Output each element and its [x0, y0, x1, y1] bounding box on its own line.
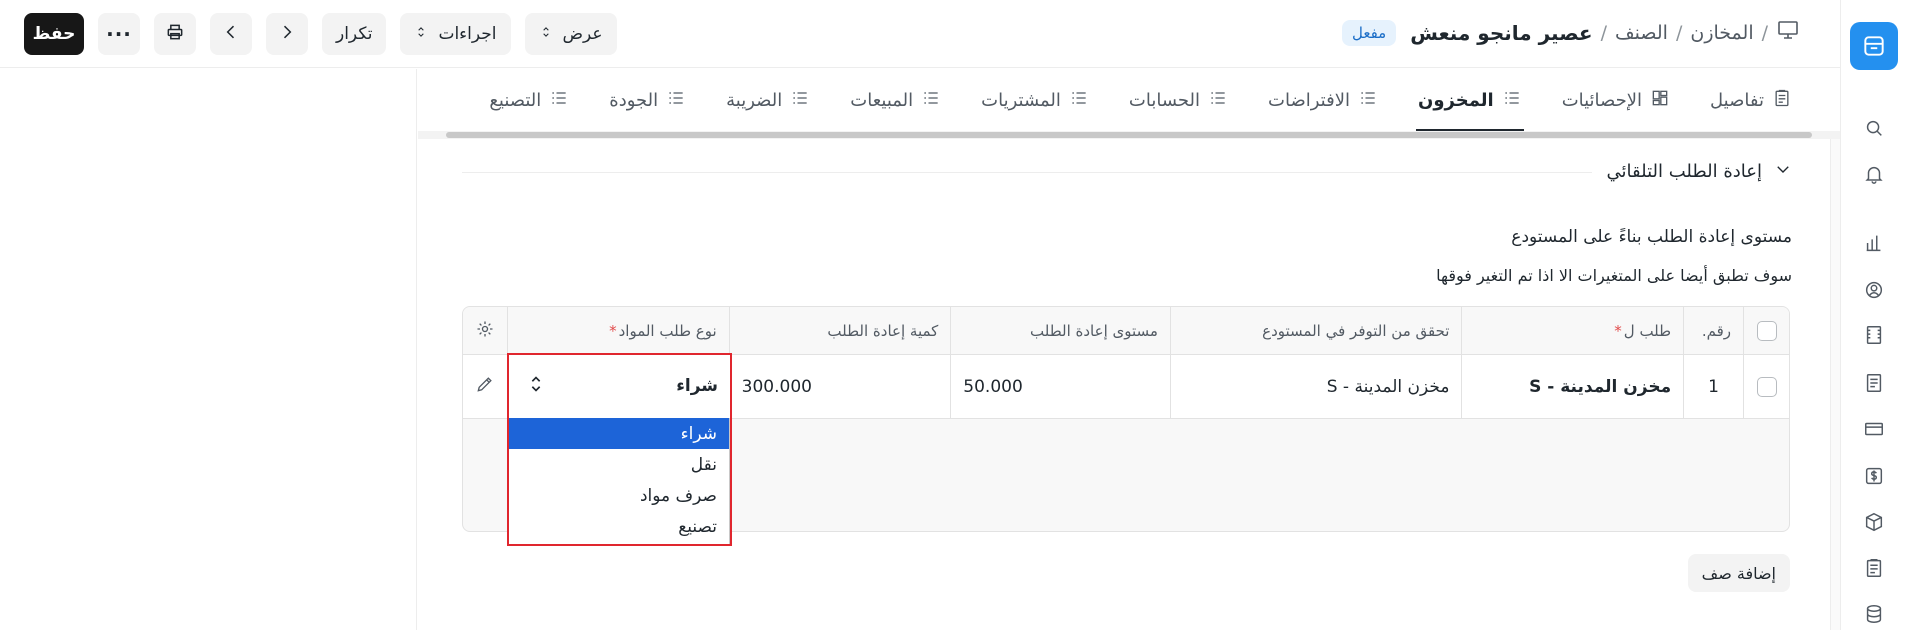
film-icon[interactable] [1862, 323, 1886, 347]
gear-icon [475, 319, 495, 343]
breadcrumb-item[interactable]: الصنف [1615, 22, 1668, 44]
details-icon [1772, 88, 1792, 113]
list-icon [1208, 88, 1228, 113]
save-button[interactable]: حفظ [24, 13, 84, 55]
box-icon[interactable] [1862, 510, 1886, 534]
select-all-checkbox[interactable] [1756, 320, 1777, 341]
tab-bar: تفاصيل الإحصائيات المخزون الافتراضات الح… [418, 69, 1840, 131]
actions-dropdown[interactable]: اجراءات [400, 13, 511, 55]
row-qty[interactable]: 300.000 [728, 355, 951, 418]
section-divider [462, 172, 1592, 173]
duplicate-button[interactable]: تكرار [322, 13, 387, 55]
status-badge: مفعل [1342, 19, 1397, 46]
page-scrollbar[interactable] [1830, 139, 1840, 630]
dollar-icon[interactable] [1862, 464, 1886, 488]
printer-icon [165, 22, 185, 47]
header-check-in: تحقق من التوفر في المستودع [1169, 307, 1462, 354]
list-icon [790, 88, 810, 113]
desktop-icon[interactable] [1776, 18, 1800, 47]
header-level: مستوى إعادة الطلب [950, 307, 1170, 354]
dashboard-icon [1650, 88, 1670, 113]
updown-icon [528, 373, 544, 399]
print-button[interactable] [154, 13, 196, 55]
actions-label: اجراءات [438, 24, 497, 44]
app-sidebar [1840, 0, 1910, 630]
list-icon [549, 88, 569, 113]
option-material-issue[interactable]: صرف مواد [508, 480, 729, 511]
header-no: رقم. [1683, 307, 1743, 354]
pencil-icon [475, 374, 495, 399]
select-value: شراء [676, 376, 718, 396]
tab-purchasing[interactable]: المشتريات [961, 69, 1109, 131]
option-purchase[interactable]: شراء [508, 418, 729, 449]
page-header: / المخازن / الصنف / عصير مانجو منعش مفعل… [0, 0, 1840, 68]
tab-accounts[interactable]: الحسابات [1109, 69, 1248, 131]
header-warehouse: طلب ل * [1461, 307, 1683, 354]
view-label: عرض [562, 24, 603, 44]
material-request-type-select[interactable]: شراء [508, 354, 730, 418]
sort-icon [414, 22, 428, 47]
tab-sales[interactable]: المبيعات [830, 69, 961, 131]
list-icon [666, 88, 686, 113]
list-icon [1502, 88, 1522, 113]
header-type: نوع طلب المواد * [507, 307, 729, 354]
list-icon [921, 88, 941, 113]
search-icon[interactable] [1862, 116, 1886, 140]
toolbar: حفظ ··· تكرار اجراءات عرض [24, 13, 617, 55]
card-icon[interactable] [1862, 417, 1886, 441]
page-title: عصير مانجو منعش [1410, 20, 1593, 45]
tab-defaults[interactable]: الافتراضات [1248, 69, 1398, 131]
tabs-scrollbar[interactable] [418, 131, 1840, 139]
select-all-cell [1743, 307, 1789, 354]
row-checkbox[interactable] [1756, 376, 1777, 397]
edit-row-button[interactable] [463, 355, 507, 418]
database-icon[interactable] [1862, 602, 1886, 626]
chevron-down-icon [1774, 160, 1792, 183]
option-manufacture[interactable]: تصنيع [508, 511, 729, 542]
list-icon [1358, 88, 1378, 113]
chart-icon[interactable] [1862, 231, 1886, 255]
row-select-cell [1743, 355, 1789, 418]
tab-details[interactable]: تفاصيل [1690, 69, 1812, 131]
sort-icon [539, 22, 553, 47]
breadcrumb-item[interactable]: المخازن [1690, 22, 1753, 44]
row-check-in[interactable]: مخزن المدينة - S [1169, 355, 1462, 418]
section-title: إعادة الطلب التلقائي [1606, 161, 1762, 182]
side-panel [0, 69, 417, 630]
view-dropdown[interactable]: عرض [524, 13, 617, 55]
chevron-right-icon [277, 22, 297, 47]
type-dropdown-list: شراء نقل صرف مواد تصنيع [508, 418, 730, 544]
table-header: رقم. طلب ل * تحقق من التوفر في المستودع م… [463, 307, 1789, 355]
bell-icon[interactable] [1862, 162, 1886, 186]
scrollbar-thumb[interactable] [446, 132, 1812, 138]
document-icon[interactable] [1862, 371, 1886, 395]
next-button[interactable] [266, 13, 308, 55]
option-transfer[interactable]: نقل [508, 449, 729, 480]
chevron-left-icon [221, 22, 241, 47]
header-qty: كمية إعادة الطلب [728, 307, 951, 354]
user-icon[interactable] [1862, 278, 1886, 302]
clipboard-icon[interactable] [1862, 556, 1886, 580]
tab-quality[interactable]: الجودة [589, 69, 706, 131]
previous-button[interactable] [210, 13, 252, 55]
row-no: 1 [1683, 355, 1743, 418]
more-button[interactable]: ··· [98, 13, 140, 55]
tab-tax[interactable]: الضريبة [706, 69, 830, 131]
more-icon: ··· [106, 22, 132, 46]
settings-cell[interactable] [463, 307, 507, 354]
app-logo-icon[interactable] [1850, 22, 1898, 70]
row-level[interactable]: 50.000 [950, 355, 1170, 418]
add-row-button[interactable]: إضافة صف [1687, 554, 1790, 592]
list-icon [1069, 88, 1089, 113]
row-warehouse[interactable]: مخزن المدينة - S [1461, 355, 1683, 418]
breadcrumb: / المخازن / الصنف / عصير مانجو منعش مفعل [1342, 18, 1800, 47]
tab-inventory[interactable]: المخزون [1398, 69, 1542, 131]
tab-manufacturing[interactable]: التصنيع [469, 69, 589, 131]
field-description: سوف تطبق أيضا على المتغيرات الا اذا تم ا… [1436, 266, 1792, 285]
section-toggle[interactable]: إعادة الطلب التلقائي [1607, 160, 1792, 183]
field-label: مستوى إعادة الطلب بناءً على المستودع [1511, 227, 1792, 247]
tab-dashboard[interactable]: الإحصائيات [1542, 69, 1690, 131]
